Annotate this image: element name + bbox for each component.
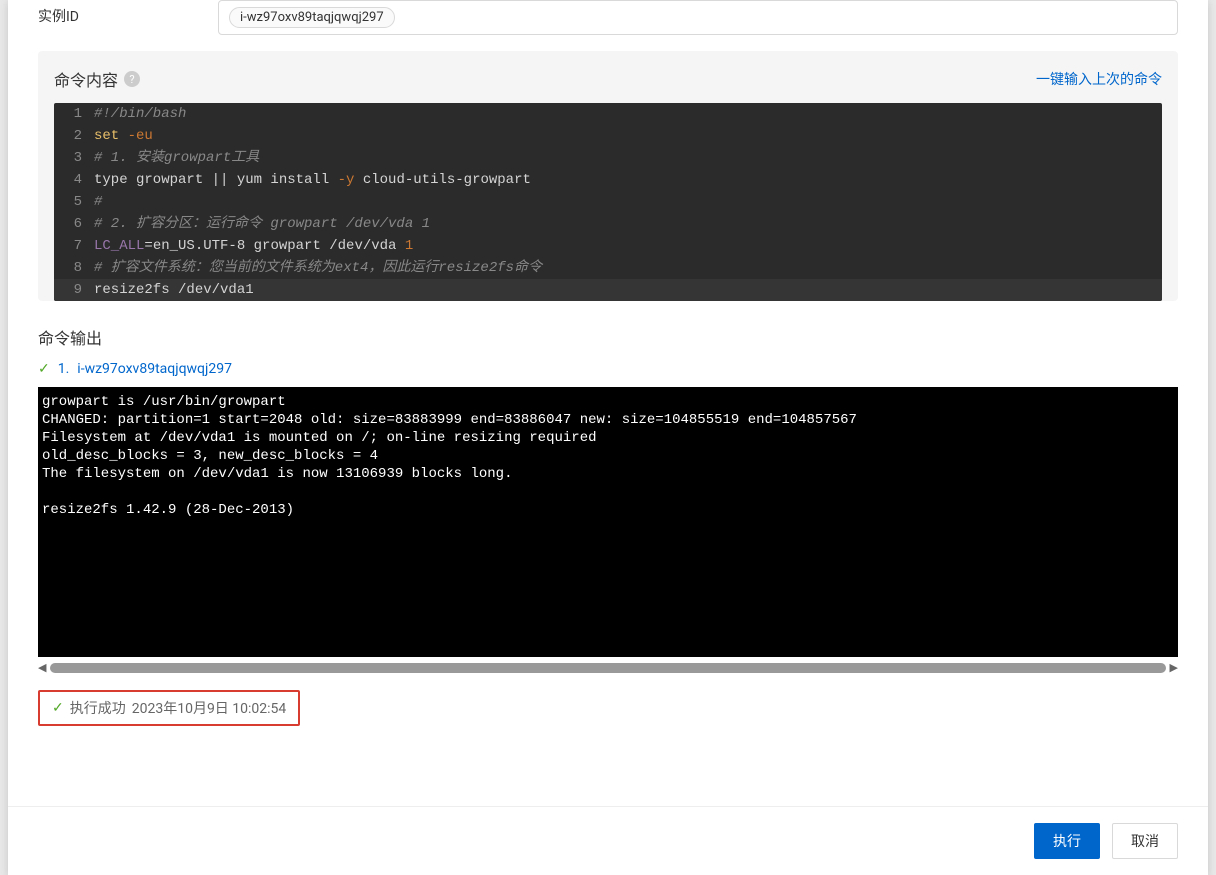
output-terminal[interactable]: growpart is /usr/bin/growpart CHANGED: p…: [38, 387, 1178, 657]
instance-id-input[interactable]: i-wz97oxv89taqjqwqj297: [218, 0, 1178, 35]
instance-id-row: 实例ID i-wz97oxv89taqjqwqj297: [8, 0, 1208, 35]
cancel-button[interactable]: 取消: [1112, 823, 1178, 859]
instance-id-tag[interactable]: i-wz97oxv89taqjqwqj297: [229, 7, 395, 28]
dialog-footer: 执行 取消: [8, 806, 1208, 875]
instance-id-label: 实例ID: [38, 0, 218, 26]
status-timestamp: 2023年10月9日 10:02:54: [132, 698, 287, 718]
command-output-title: 命令输出: [38, 325, 1178, 349]
scroll-right-icon[interactable]: ▶: [1170, 661, 1178, 674]
command-execution-dialog: 实例ID i-wz97oxv89taqjqwqj297 命令内容 ? 一键输入上…: [8, 0, 1208, 875]
scroll-track[interactable]: [50, 663, 1165, 673]
command-content-title: 命令内容 ?: [54, 67, 140, 91]
execution-status: ✓ 执行成功 2023年10月9日 10:02:54: [38, 690, 300, 726]
horizontal-scrollbar[interactable]: ◀ ▶: [38, 661, 1178, 674]
status-label: 执行成功: [70, 698, 126, 718]
success-check-icon: ✓: [52, 700, 64, 716]
command-output-section: 命令输出 ✓ 1. i-wz97oxv89taqjqwqj297 growpar…: [38, 325, 1178, 674]
execute-button[interactable]: 执行: [1034, 823, 1100, 859]
output-instance-header[interactable]: ✓ 1. i-wz97oxv89taqjqwqj297: [38, 361, 1178, 377]
command-content-section: 命令内容 ? 一键输入上次的命令 1#!/bin/bash 2set -eu 3…: [38, 51, 1178, 301]
output-instance-id: i-wz97oxv89taqjqwqj297: [77, 361, 232, 377]
input-last-command-link[interactable]: 一键输入上次的命令: [1036, 69, 1162, 89]
scroll-left-icon[interactable]: ◀: [38, 661, 46, 674]
output-instance-index: 1.: [58, 361, 70, 377]
code-editor[interactable]: 1#!/bin/bash 2set -eu 3# 1. 安装growpart工具…: [54, 103, 1162, 301]
check-icon: ✓: [38, 361, 50, 377]
help-icon[interactable]: ?: [124, 71, 140, 87]
